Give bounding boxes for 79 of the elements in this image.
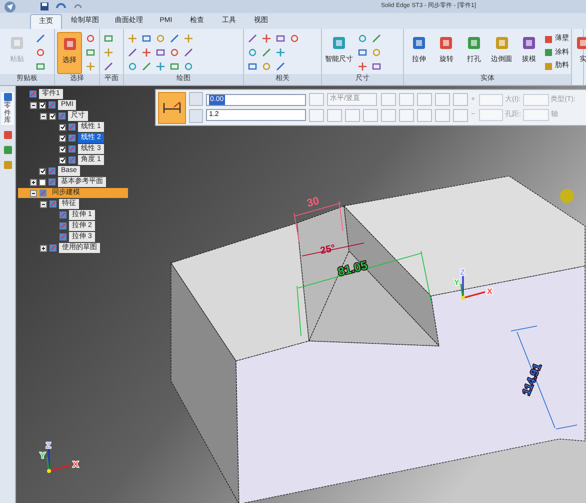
- dimension-label: 25°: [319, 243, 336, 257]
- tool-button[interactable]: [417, 93, 432, 106]
- dimension-style-button[interactable]: [158, 92, 186, 124]
- redo-icon[interactable]: [73, 2, 83, 11]
- tree-node-icon: [68, 123, 76, 131]
- collapse-icon: [31, 190, 36, 196]
- tool-button[interactable]: [435, 93, 450, 106]
- check-icon: [40, 168, 45, 174]
- axis-label: X: [487, 287, 492, 296]
- save-icon[interactable]: [40, 2, 49, 11]
- tool-button[interactable]: [453, 93, 468, 106]
- tool-icon: [330, 34, 348, 52]
- dimension-icon: [162, 100, 182, 114]
- expand-toggle[interactable]: [30, 190, 37, 196]
- coordinate-triad-drawing: [460, 276, 486, 300]
- tree-node-icon: [59, 222, 67, 230]
- tool-button[interactable]: [309, 109, 324, 122]
- tree-node-icon: [48, 167, 56, 175]
- dimension-label: 30: [306, 195, 321, 210]
- tool-icon[interactable]: [128, 34, 137, 43]
- tool-icon[interactable]: [142, 48, 151, 57]
- coordinate-triad-drawing: [46, 449, 72, 473]
- format-button[interactable]: [189, 92, 203, 106]
- axis-label: X: [73, 460, 78, 469]
- axis-label: Y: [40, 451, 46, 460]
- tool-button[interactable]: [309, 93, 324, 106]
- tool-button[interactable]: [345, 109, 360, 122]
- tool-button[interactable]: [453, 109, 468, 122]
- tool-button[interactable]: [327, 109, 342, 122]
- tree-node-icon: [49, 244, 57, 252]
- collapse-icon: [41, 114, 46, 118]
- expand-icon: [31, 180, 36, 184]
- input-field[interactable]: [479, 94, 503, 106]
- part-model-drawing[interactable]: [170, 176, 586, 503]
- axis-label: Y: [454, 278, 460, 287]
- tree-node-icon: [39, 189, 47, 197]
- tree-node-icon: [48, 101, 56, 109]
- tree-node-icon: [68, 134, 76, 142]
- panel-icon[interactable]: [2, 130, 12, 140]
- tree-node-icon: [68, 156, 76, 164]
- tool-button[interactable]: [399, 93, 414, 106]
- tool-icon[interactable]: [86, 62, 95, 71]
- dimension-label: 81.05: [336, 258, 369, 279]
- input-field[interactable]: [522, 109, 549, 121]
- tool-icon[interactable]: [104, 48, 113, 57]
- tool-button[interactable]: [381, 93, 396, 106]
- tool-icon[interactable]: [184, 34, 193, 43]
- tool-icon: [8, 34, 26, 52]
- tool-button[interactable]: [417, 109, 432, 122]
- undo-icon[interactable]: [55, 2, 67, 11]
- collapse-icon: [31, 102, 36, 108]
- panel-icon[interactable]: [2, 160, 12, 170]
- tree-node-icon: [68, 145, 76, 153]
- tool-button[interactable]: [381, 109, 396, 122]
- collapse-icon: [41, 202, 46, 206]
- tree-node-icon: [59, 233, 67, 241]
- cursor-icon: [560, 189, 574, 203]
- app-menu-icon[interactable]: [4, 0, 16, 12]
- tree-node-icon: [48, 178, 56, 186]
- tool-icon[interactable]: [358, 62, 367, 71]
- tree-node-icon: [49, 200, 57, 208]
- tree-icon: [2, 92, 12, 102]
- input-field[interactable]: [522, 94, 549, 106]
- tool-icon[interactable]: [156, 62, 165, 71]
- tree-node-icon: [29, 90, 37, 98]
- panel-icon[interactable]: [2, 145, 12, 156]
- tool-button[interactable]: [399, 109, 414, 122]
- tree-node-icon: [58, 112, 66, 120]
- tree-node-icon: [59, 211, 67, 219]
- axis-label: Z: [46, 441, 51, 450]
- tool-button[interactable]: [363, 109, 378, 122]
- lock-button[interactable]: [189, 109, 203, 123]
- dimension-label: 114.91: [520, 362, 544, 398]
- tool-icon[interactable]: [276, 48, 285, 57]
- expand-icon: [41, 246, 46, 250]
- tool-button[interactable]: [435, 109, 450, 122]
- tool-icon[interactable]: [262, 34, 271, 43]
- input-field[interactable]: [479, 109, 503, 121]
- axis-label: Z: [460, 268, 465, 277]
